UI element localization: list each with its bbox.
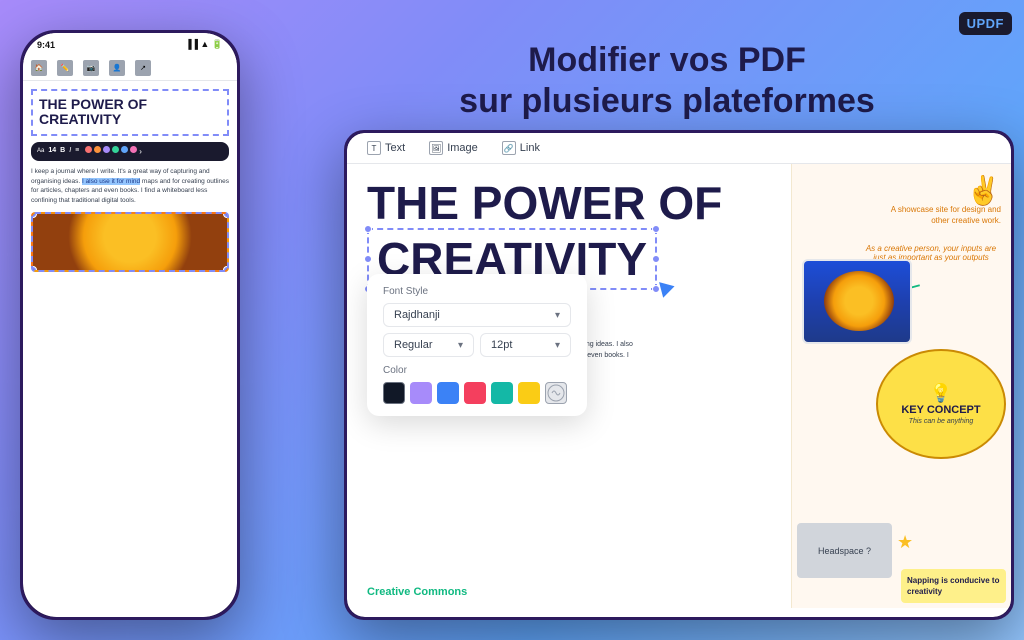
phone-screen: 9:41 ▐▐ ▲ 🔋 🏠 ✏️ 📷 👤 ↗ THE POWER OF CREA… <box>23 33 237 617</box>
color-black[interactable] <box>383 382 405 404</box>
font-style-row: Regular ▾ 12pt ▾ <box>383 333 571 357</box>
bold-button[interactable]: B <box>60 146 65 156</box>
phone-image <box>31 212 229 272</box>
phone-paragraph: I keep a journal where I write. It's a g… <box>31 167 229 206</box>
color-dots: › <box>85 146 142 157</box>
color-pink[interactable] <box>130 146 137 153</box>
logo-text: UPDF <box>967 16 1004 31</box>
lightbulb-icon: 💡 <box>930 383 952 404</box>
color-purple[interactable] <box>103 146 110 153</box>
font-popup: Font Style Rajdhanji ▾ Regular ▾ 12pt ▾ <box>367 274 587 416</box>
cursor-icon <box>656 282 675 300</box>
custom-color-icon <box>546 383 566 403</box>
star-doodle: ★ <box>897 532 913 553</box>
link-tool-icon: 🔗 <box>502 141 516 155</box>
more-colors[interactable]: › <box>139 146 142 157</box>
tablet-title-line1: THE POWER OF <box>367 180 771 226</box>
phone-formatting-bar[interactable]: Aa 14 B I ≡ › <box>31 142 229 161</box>
key-concept-title: KEY CONCEPT <box>901 404 980 416</box>
key-concept-bubble: 💡 KEY CONCEPT This can be anything <box>876 349 1006 459</box>
font-name-select[interactable]: Rajdhanji ▾ <box>383 303 571 327</box>
color-label: Color <box>383 365 571 376</box>
text-tool[interactable]: T Text <box>367 141 405 155</box>
color-orange[interactable] <box>94 146 101 153</box>
highlighted-text: I also use it for mind <box>82 178 140 185</box>
napping-box: Napping is conducive to creativity <box>901 569 1006 603</box>
font-size-value: 12pt <box>491 339 512 351</box>
font-style-select[interactable]: Regular ▾ <box>383 333 474 357</box>
text-tool-label: Text <box>385 142 405 154</box>
selection-dot-tr <box>223 212 229 218</box>
link-tool[interactable]: 🔗 Link <box>502 141 540 155</box>
sel-dot-mr <box>652 255 660 263</box>
image-tool-icon: 🖼 <box>429 141 443 155</box>
phone-title: THE POWER OF CREATIVITY <box>39 97 221 128</box>
status-time: 9:41 <box>37 40 55 50</box>
home-icon[interactable]: 🏠 <box>31 60 47 76</box>
showcase-text: A showcase site for design and other cre… <box>881 204 1001 226</box>
tablet-main: THE POWER OF CREATIVITY <box>347 164 791 608</box>
headline-line1: Modifier vos PDF <box>330 40 1004 81</box>
color-swatches <box>383 382 571 404</box>
phone-status-bar: 9:41 ▐▐ ▲ 🔋 <box>23 33 237 56</box>
sel-dot-tl <box>364 225 372 233</box>
status-icons: ▐▐ ▲ 🔋 <box>185 39 223 50</box>
text-tool-icon: T <box>367 141 381 155</box>
size-chevron-icon: ▾ <box>555 340 560 351</box>
color-green[interactable] <box>112 146 119 153</box>
tablet-mockup: T Text 🖼 Image 🔗 Link THE POWER OF <box>344 130 1014 620</box>
color-yellow-swatch[interactable] <box>518 382 540 404</box>
selection-dot-br <box>223 266 229 272</box>
chevron-down-icon: ▾ <box>555 310 560 321</box>
color-red-swatch[interactable] <box>464 382 486 404</box>
share-icon[interactable]: ↗ <box>135 60 151 76</box>
tablet-content: THE POWER OF CREATIVITY <box>347 164 1011 608</box>
image-tool[interactable]: 🖼 Image <box>429 141 478 155</box>
style-chevron-icon: ▾ <box>458 340 463 351</box>
font-size-select[interactable]: 12pt ▾ <box>480 333 571 357</box>
sel-dot-ml <box>364 255 372 263</box>
phone-toolbar[interactable]: 🏠 ✏️ 📷 👤 ↗ <box>23 56 237 81</box>
font-size: 14 <box>48 146 56 156</box>
font-style-value: Regular <box>394 339 433 351</box>
headline-line2: sur plusieurs plateformes <box>330 81 1004 122</box>
list-button[interactable]: ≡ <box>75 146 79 156</box>
link-tool-label: Link <box>520 142 540 154</box>
sunflower-center <box>824 271 894 331</box>
user-icon[interactable]: 👤 <box>109 60 125 76</box>
phone-title-box: THE POWER OF CREATIVITY <box>31 89 229 136</box>
color-custom[interactable] <box>545 382 567 404</box>
main-headline: Modifier vos PDF sur plusieurs plateform… <box>330 40 1004 122</box>
italic-button[interactable]: I <box>69 146 71 156</box>
selection-dot-bl <box>31 266 37 272</box>
sunflower-background <box>33 214 227 270</box>
color-blue[interactable] <box>121 146 128 153</box>
color-purple-swatch[interactable] <box>410 382 432 404</box>
color-blue-swatch[interactable] <box>437 382 459 404</box>
updf-logo: UPDF <box>959 12 1012 35</box>
sunflower-image <box>802 259 912 344</box>
font-popup-label: Font Style <box>383 286 571 297</box>
headspace-label: Headspace ? <box>818 546 871 556</box>
image-tool-label: Image <box>447 142 478 154</box>
hand-emoji: ✌️ <box>966 174 1001 207</box>
image-icon[interactable]: 📷 <box>83 60 99 76</box>
creative-commons-label: Creative Commons <box>367 586 467 598</box>
key-concept-sub: This can be anything <box>909 418 974 425</box>
font-name-value: Rajdhanji <box>394 309 440 321</box>
color-teal-swatch[interactable] <box>491 382 513 404</box>
color-red[interactable] <box>85 146 92 153</box>
phone-content: THE POWER OF CREATIVITY Aa 14 B I ≡ <box>23 81 237 280</box>
edit-icon[interactable]: ✏️ <box>57 60 73 76</box>
font-label: Aa <box>37 147 44 155</box>
napping-text: Napping is conducive to creativity <box>907 576 999 596</box>
phone-mockup: 9:41 ▐▐ ▲ 🔋 🏠 ✏️ 📷 👤 ↗ THE POWER OF CREA… <box>20 30 240 620</box>
tablet-right-panel: ✌️ A showcase site for design and other … <box>791 164 1011 608</box>
sel-dot-tr <box>652 225 660 233</box>
tablet-toolbar[interactable]: T Text 🖼 Image 🔗 Link <box>347 133 1011 164</box>
headspace-box: Headspace ? <box>797 523 892 578</box>
tablet-screen: T Text 🖼 Image 🔗 Link THE POWER OF <box>347 133 1011 617</box>
